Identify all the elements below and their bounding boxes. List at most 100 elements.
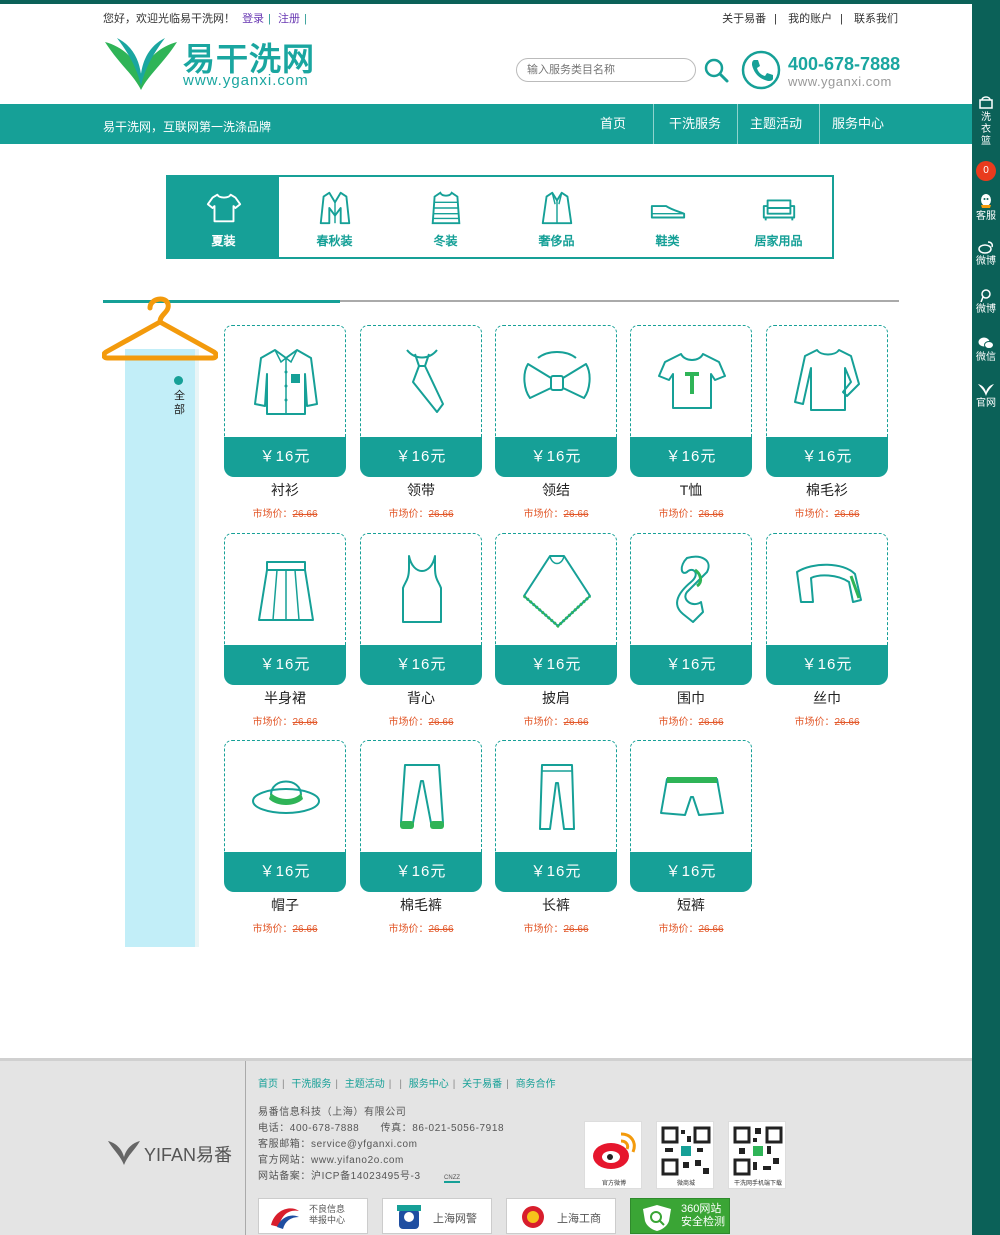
search-button[interactable]: [702, 56, 730, 84]
product-card[interactable]: ￥16元 棉毛裤 市场价：26.66: [360, 740, 482, 935]
scarf-icon: [676, 555, 710, 623]
report-center-badge[interactable]: 不良信息举报中心: [258, 1198, 368, 1234]
laundry-basket-button[interactable]: 洗衣篮: [972, 96, 1000, 148]
sidebar-weibo[interactable]: 微博: [972, 240, 1000, 268]
product-price: ￥16元: [630, 645, 752, 685]
product-card[interactable]: ￥16元 围巾 市场价：26.66: [630, 533, 752, 728]
market-price: 市场价：26.66: [794, 509, 860, 520]
weibo-logo-icon: [593, 1132, 636, 1169]
about-link[interactable]: 关于易番: [722, 13, 766, 25]
product-name: 围巾: [677, 690, 705, 706]
shield-icon: [643, 1205, 671, 1231]
police-icon: [397, 1205, 421, 1229]
search-input[interactable]: [516, 58, 696, 82]
product-card[interactable]: ￥16元 长裤 市场价：26.66: [495, 740, 617, 935]
product-card[interactable]: ￥16元 披肩 市场价：26.66: [495, 533, 617, 728]
product-card[interactable]: ￥16元 半身裙 市场价：26.66: [224, 533, 346, 728]
site-logo[interactable]: 易干洗网 www.yganxi.com: [103, 32, 323, 92]
filter-all[interactable]: 全部: [174, 389, 185, 417]
footer-link-events[interactable]: 主题活动: [345, 1079, 385, 1090]
market-price: 市场价：26.66: [252, 717, 318, 728]
tab-spring-autumn[interactable]: 春秋装: [279, 177, 390, 257]
nav-divider: [819, 104, 820, 144]
shorts-icon: [660, 777, 724, 816]
footer-link-service-center[interactable]: 服务中心: [409, 1079, 449, 1090]
product-card[interactable]: ￥16元 短裤 市场价：26.66: [630, 740, 752, 935]
product-card[interactable]: ￥16元 T恤 市场价：26.66: [630, 325, 752, 520]
silk-scarf-icon: [796, 563, 862, 603]
trousers-icon: [539, 764, 575, 830]
nav-item-service-center[interactable]: 服务中心: [823, 104, 893, 144]
security-360-badge[interactable]: 360网站安全检测: [630, 1198, 730, 1234]
header: 易干洗网 www.yganxi.com 400-678-7888 www.yga…: [0, 28, 972, 104]
market-price: 市场价：26.66: [388, 509, 454, 520]
product-name: 帽子: [271, 897, 299, 913]
footer-link-home[interactable]: 首页: [258, 1079, 278, 1090]
sidebar-tencent-weibo[interactable]: 微博: [972, 288, 1000, 316]
tab-shoes[interactable]: 鞋类: [612, 177, 723, 257]
nav-item-dry-clean[interactable]: 干洗服务: [660, 104, 730, 144]
top-links: 关于易番 | 我的账户 | 联系我们: [722, 13, 898, 25]
footer-site: 官方网站：www.yifano2o.com: [258, 1155, 404, 1166]
qr-weibo[interactable]: 官方微博: [584, 1121, 642, 1189]
filter-panel: 全部: [125, 349, 195, 947]
product-name: 领结: [542, 482, 570, 498]
product-card[interactable]: ￥16元 领带 市场价：26.66: [360, 325, 482, 520]
qq-icon: [981, 194, 991, 208]
police-badge[interactable]: 上海网警: [382, 1198, 492, 1234]
footer-link-business[interactable]: 商务合作: [516, 1079, 556, 1090]
product-card[interactable]: ￥16元 领结 市场价：26.66: [495, 325, 617, 520]
product-price: ￥16元: [495, 437, 617, 477]
wechat-icon: [978, 337, 994, 349]
sweatpants-icon: [400, 764, 444, 829]
market-price: 市场价：26.66: [523, 509, 589, 520]
sidebar-wechat[interactable]: 微信: [972, 336, 1000, 364]
longsleeve-icon: [794, 349, 860, 411]
coat-icon: [541, 191, 573, 225]
basket-icon: [979, 96, 993, 109]
commerce-badge[interactable]: 上海工商: [506, 1198, 616, 1234]
sidebar-customer-service[interactable]: 客服: [972, 193, 1000, 223]
product-card[interactable]: ￥16元 衬衫 市场价：26.66: [224, 325, 346, 520]
my-account-link[interactable]: 我的账户: [788, 13, 832, 25]
product-card[interactable]: ￥16元 丝巾 市场价：26.66: [766, 533, 888, 728]
phone-number: 400-678-7888: [788, 54, 901, 74]
leaf-logo-icon: [978, 384, 994, 396]
contact-link[interactable]: 联系我们: [854, 13, 898, 25]
market-price: 市场价：26.66: [658, 509, 724, 520]
nav-divider: [653, 104, 654, 144]
tab-household[interactable]: 居家用品: [723, 177, 834, 257]
phone-icon: [741, 50, 781, 90]
cnzz-badge[interactable]: CNZZ: [444, 1175, 461, 1183]
tab-winter[interactable]: 冬装: [390, 177, 501, 257]
product-card[interactable]: ￥16元 背心 市场价：26.66: [360, 533, 482, 728]
product-name: 长裤: [542, 897, 570, 913]
tencent-weibo-icon: [980, 289, 991, 302]
product-price: ￥16元: [224, 645, 346, 685]
vest-icon: [402, 555, 442, 623]
qr-code-icon: [733, 1126, 783, 1176]
sidebar-official-site[interactable]: 官网: [972, 382, 1000, 410]
shoe-icon: [650, 205, 686, 219]
login-link[interactable]: 登录: [242, 13, 264, 25]
product-card[interactable]: ￥16元 帽子 市场价：26.66: [224, 740, 346, 935]
product-name: 半身裙: [264, 690, 306, 706]
market-price: 市场价：26.66: [658, 717, 724, 728]
qr-wechat-store[interactable]: 微商城: [656, 1121, 714, 1189]
nav-item-home[interactable]: 首页: [583, 104, 643, 144]
footer-link-about[interactable]: 关于易番: [462, 1079, 502, 1090]
tab-luxury[interactable]: 奢侈品: [501, 177, 612, 257]
nav-item-events[interactable]: 主题活动: [741, 104, 811, 144]
qr-app-download[interactable]: 干洗网手机端下载: [728, 1121, 786, 1189]
shawl-icon: [523, 555, 592, 628]
product-price: ￥16元: [630, 437, 752, 477]
footer-link-dry-clean[interactable]: 干洗服务: [291, 1079, 331, 1090]
footer-links: 首页 | 干洗服务 | 主题活动 | | 服务中心 | 关于易番 | 商务合作: [258, 1079, 556, 1090]
tab-summer[interactable]: 夏装: [168, 177, 279, 257]
register-link[interactable]: 注册: [278, 13, 300, 25]
filter-panel-shadow: [195, 349, 199, 947]
emblem-icon: [522, 1206, 544, 1228]
product-card[interactable]: ￥16元 棉毛衫 市场价：26.66: [766, 325, 888, 520]
market-price: 市场价：26.66: [252, 924, 318, 935]
market-price: 市场价：26.66: [658, 924, 724, 935]
